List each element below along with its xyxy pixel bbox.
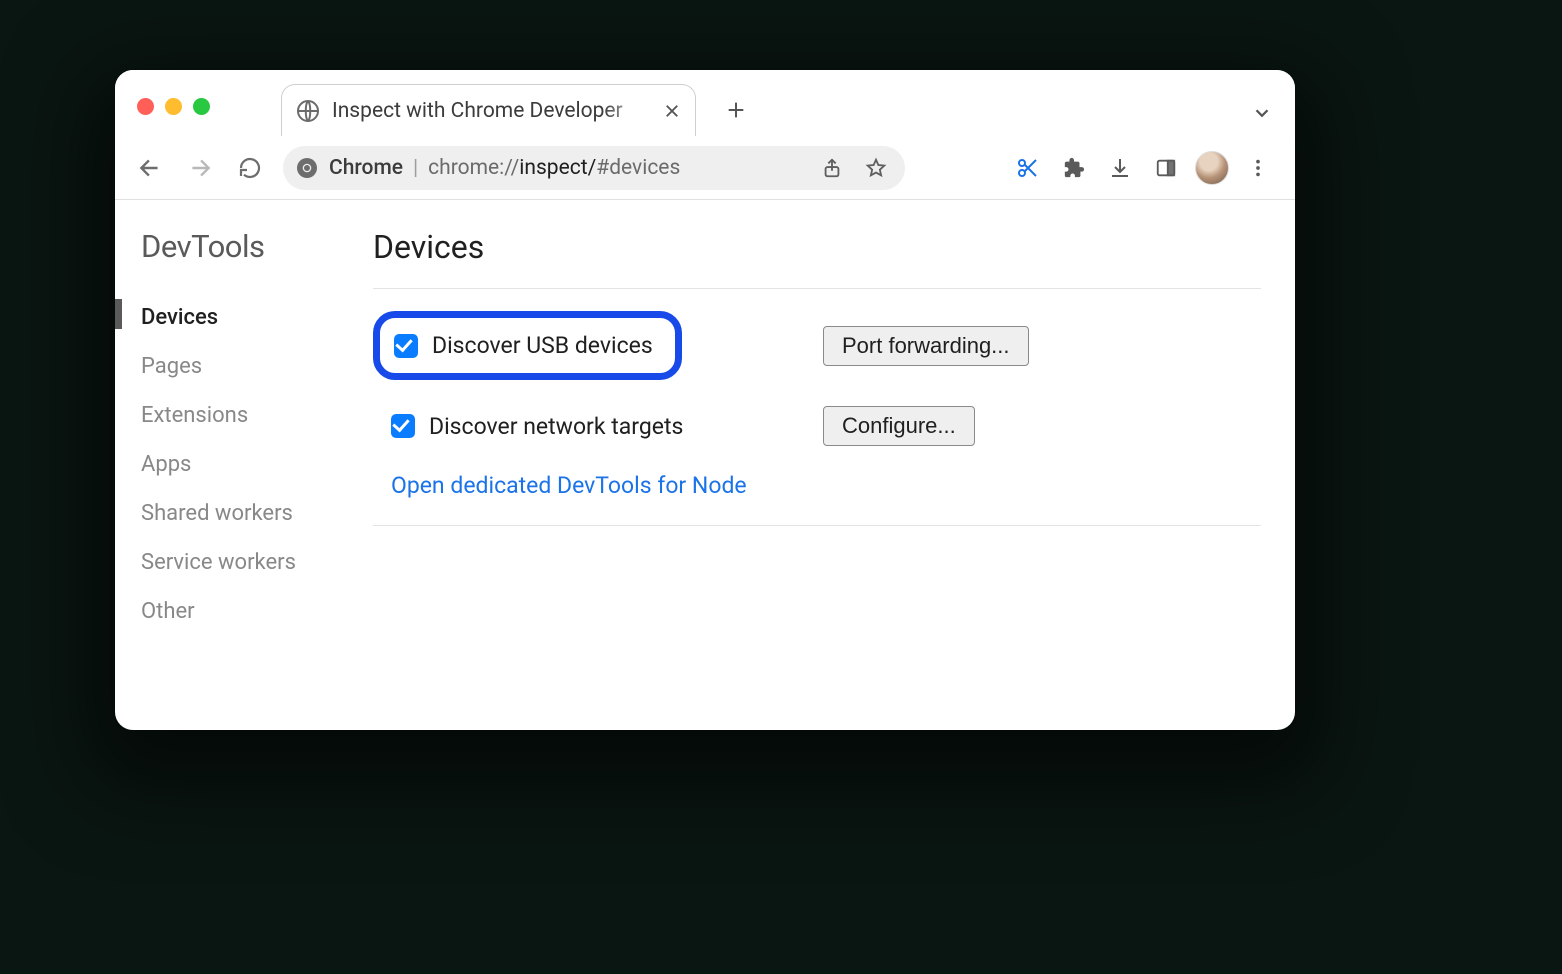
extensions-icon[interactable]	[1057, 151, 1091, 185]
address-bar[interactable]: Chrome | chrome://inspect/#devices	[283, 146, 905, 190]
titlebar: Inspect with Chrome Developer	[115, 70, 1295, 136]
main-panel: Devices Discover USB devices Port forwar…	[373, 200, 1295, 730]
network-row: Discover network targets Configure...	[373, 406, 1261, 446]
browser-window: Inspect with Chrome Developer Chrome	[115, 70, 1295, 730]
discover-usb-checkbox[interactable]	[394, 334, 418, 358]
nav-apps[interactable]: Apps	[141, 440, 373, 489]
scissors-icon[interactable]	[1011, 151, 1045, 185]
tab-title: Inspect with Chrome Developer	[332, 99, 651, 123]
bookmark-star-icon[interactable]	[859, 151, 893, 185]
tabs-dropdown-button[interactable]	[1251, 102, 1273, 124]
menu-button[interactable]	[1241, 151, 1275, 185]
node-row: Open dedicated DevTools for Node	[373, 472, 1261, 499]
nav-devices[interactable]: Devices	[141, 293, 373, 342]
port-forwarding-button[interactable]: Port forwarding...	[823, 326, 1029, 366]
downloads-icon[interactable]	[1103, 151, 1137, 185]
usb-row: Discover USB devices Port forwarding...	[373, 311, 1261, 380]
chrome-icon	[295, 156, 319, 180]
nav-extensions[interactable]: Extensions	[141, 391, 373, 440]
panel-icon[interactable]	[1149, 151, 1183, 185]
omnibox-label: Chrome	[329, 156, 403, 180]
share-icon[interactable]	[815, 151, 849, 185]
sidebar: DevTools Devices Pages Extensions Apps S…	[115, 200, 373, 730]
omnibox-separator: |	[413, 156, 418, 180]
globe-icon	[296, 99, 320, 123]
divider	[373, 288, 1261, 289]
back-button[interactable]	[129, 147, 171, 189]
forward-button[interactable]	[179, 147, 221, 189]
usb-highlight: Discover USB devices	[373, 311, 682, 380]
close-window-button[interactable]	[137, 98, 154, 115]
main-heading: Devices	[373, 228, 1261, 266]
omnibox-url: chrome://inspect/#devices	[428, 156, 680, 180]
browser-tab[interactable]: Inspect with Chrome Developer	[281, 84, 696, 136]
nav-service-workers[interactable]: Service workers	[141, 538, 373, 587]
nav-shared-workers[interactable]: Shared workers	[141, 489, 373, 538]
close-tab-button[interactable]	[663, 102, 681, 120]
reload-button[interactable]	[229, 147, 271, 189]
nav-other[interactable]: Other	[141, 587, 373, 636]
discover-network-label: Discover network targets	[429, 413, 683, 440]
traffic-lights	[137, 98, 210, 115]
toolbar: Chrome | chrome://inspect/#devices	[115, 136, 1295, 200]
new-tab-button[interactable]	[716, 84, 756, 136]
nav-pages[interactable]: Pages	[141, 342, 373, 391]
sidebar-title: DevTools	[141, 228, 373, 265]
toolbar-right	[1011, 151, 1281, 185]
configure-button[interactable]: Configure...	[823, 406, 975, 446]
open-node-devtools-link[interactable]: Open dedicated DevTools for Node	[391, 472, 747, 499]
divider-bottom	[373, 525, 1261, 526]
page-content: DevTools Devices Pages Extensions Apps S…	[115, 200, 1295, 730]
minimize-window-button[interactable]	[165, 98, 182, 115]
maximize-window-button[interactable]	[193, 98, 210, 115]
discover-usb-label: Discover USB devices	[432, 332, 653, 359]
discover-network-checkbox[interactable]	[391, 414, 415, 438]
profile-avatar[interactable]	[1195, 151, 1229, 185]
